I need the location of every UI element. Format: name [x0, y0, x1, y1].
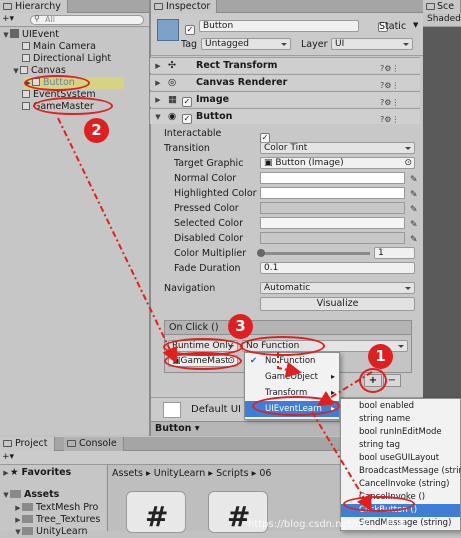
highlight-clickbutton	[343, 496, 415, 512]
highlight-gamemaster-item	[33, 97, 113, 115]
highlight-plus-button	[359, 368, 387, 393]
step-badge-3: 3	[228, 314, 253, 339]
arrow-gamemaster-to-object-field	[57, 117, 177, 364]
arrow-uieventlearn-to-clickbutton	[311, 411, 373, 512]
highlight-uieventlearn	[252, 396, 340, 416]
highlight-function-dropdown	[240, 336, 325, 356]
watermark: https://blog.csdn.net/m0_...鸣谦	[248, 519, 406, 530]
step-badge-2: 2	[84, 118, 109, 143]
highlight-target-object	[164, 352, 242, 370]
highlight-button-item	[24, 75, 90, 91]
step-badge-1: 1	[368, 344, 393, 369]
